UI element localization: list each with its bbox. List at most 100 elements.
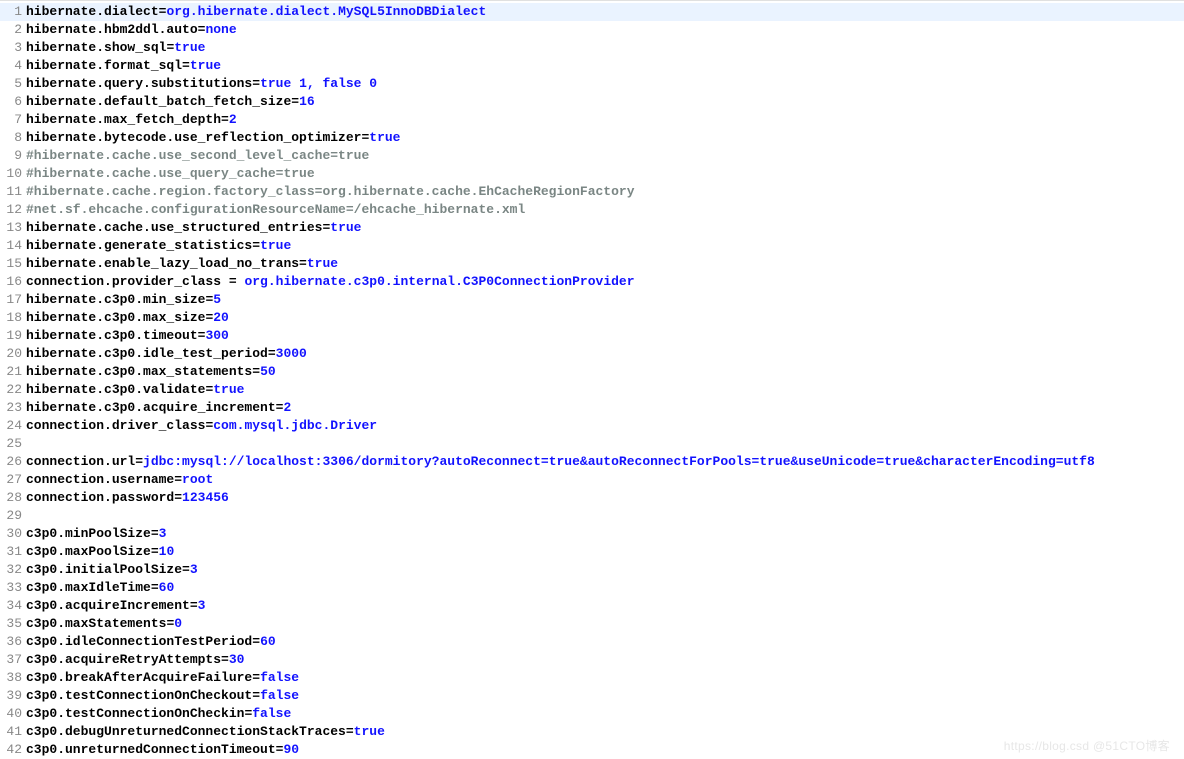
line-content[interactable]: connection.password=123456	[26, 489, 1184, 507]
line-content[interactable]	[26, 507, 1184, 525]
code-line[interactable]: 2hibernate.hbm2ddl.auto=none	[0, 21, 1184, 39]
line-content[interactable]: hibernate.hbm2ddl.auto=none	[26, 21, 1184, 39]
line-content[interactable]: #hibernate.cache.use_query_cache=true	[26, 165, 1184, 183]
code-line[interactable]: 6hibernate.default_batch_fetch_size=16	[0, 93, 1184, 111]
line-content[interactable]: c3p0.maxIdleTime=60	[26, 579, 1184, 597]
code-line[interactable]: 12#net.sf.ehcache.configurationResourceN…	[0, 201, 1184, 219]
code-line[interactable]: 35c3p0.maxStatements=0	[0, 615, 1184, 633]
line-content[interactable]: c3p0.testConnectionOnCheckout=false	[26, 687, 1184, 705]
code-line[interactable]: 20hibernate.c3p0.idle_test_period=3000	[0, 345, 1184, 363]
code-line[interactable]: 33c3p0.maxIdleTime=60	[0, 579, 1184, 597]
code-line[interactable]: 21hibernate.c3p0.max_statements=50	[0, 363, 1184, 381]
code-line[interactable]: 8hibernate.bytecode.use_reflection_optim…	[0, 129, 1184, 147]
equals-sign: =	[252, 688, 260, 703]
line-number: 27	[0, 471, 26, 489]
line-content[interactable]: hibernate.c3p0.validate=true	[26, 381, 1184, 399]
line-content[interactable]: c3p0.breakAfterAcquireFailure=false	[26, 669, 1184, 687]
property-key: c3p0.maxStatements	[26, 616, 166, 631]
line-content[interactable]: c3p0.minPoolSize=3	[26, 525, 1184, 543]
code-line[interactable]: 28connection.password=123456	[0, 489, 1184, 507]
line-content[interactable]: connection.url=jdbc:mysql://localhost:33…	[26, 453, 1184, 471]
code-line[interactable]: 30c3p0.minPoolSize=3	[0, 525, 1184, 543]
line-content[interactable]: hibernate.enable_lazy_load_no_trans=true	[26, 255, 1184, 273]
property-value: org.hibernate.dialect.MySQL5InnoDBDialec…	[166, 4, 486, 19]
line-content[interactable]: c3p0.acquireIncrement=3	[26, 597, 1184, 615]
code-editor[interactable]: 1hibernate.dialect=org.hibernate.dialect…	[0, 0, 1184, 759]
code-line[interactable]: 39c3p0.testConnectionOnCheckout=false	[0, 687, 1184, 705]
line-content[interactable]: hibernate.c3p0.min_size=5	[26, 291, 1184, 309]
line-content[interactable]: c3p0.debugUnreturnedConnectionStackTrace…	[26, 723, 1184, 741]
code-line[interactable]: 7hibernate.max_fetch_depth=2	[0, 111, 1184, 129]
code-line[interactable]: 42c3p0.unreturnedConnectionTimeout=90	[0, 741, 1184, 759]
line-content[interactable]: hibernate.max_fetch_depth=2	[26, 111, 1184, 129]
code-line[interactable]: 3hibernate.show_sql=true	[0, 39, 1184, 57]
code-line[interactable]: 18hibernate.c3p0.max_size=20	[0, 309, 1184, 327]
code-line[interactable]: 22hibernate.c3p0.validate=true	[0, 381, 1184, 399]
line-content[interactable]: c3p0.maxPoolSize=10	[26, 543, 1184, 561]
line-content[interactable]: connection.provider_class = org.hibernat…	[26, 273, 1184, 291]
code-line[interactable]: 40c3p0.testConnectionOnCheckin=false	[0, 705, 1184, 723]
code-line[interactable]: 32c3p0.initialPoolSize=3	[0, 561, 1184, 579]
line-content[interactable]: c3p0.testConnectionOnCheckin=false	[26, 705, 1184, 723]
code-line[interactable]: 26connection.url=jdbc:mysql://localhost:…	[0, 453, 1184, 471]
code-line[interactable]: 4hibernate.format_sql=true	[0, 57, 1184, 75]
line-content[interactable]: c3p0.initialPoolSize=3	[26, 561, 1184, 579]
code-line[interactable]: 25	[0, 435, 1184, 453]
line-content[interactable]: hibernate.query.substitutions=true 1, fa…	[26, 75, 1184, 93]
code-line[interactable]: 41c3p0.debugUnreturnedConnectionStackTra…	[0, 723, 1184, 741]
equals-sign: =	[252, 364, 260, 379]
line-content[interactable]: hibernate.default_batch_fetch_size=16	[26, 93, 1184, 111]
code-line[interactable]: 17hibernate.c3p0.min_size=5	[0, 291, 1184, 309]
line-number: 36	[0, 633, 26, 651]
code-line[interactable]: 23hibernate.c3p0.acquire_increment=2	[0, 399, 1184, 417]
line-content[interactable]: hibernate.c3p0.max_statements=50	[26, 363, 1184, 381]
line-content[interactable]: c3p0.maxStatements=0	[26, 615, 1184, 633]
line-content[interactable]: hibernate.generate_statistics=true	[26, 237, 1184, 255]
code-line[interactable]: 27connection.username=root	[0, 471, 1184, 489]
code-line[interactable]: 29	[0, 507, 1184, 525]
code-line[interactable]: 36c3p0.idleConnectionTestPeriod=60	[0, 633, 1184, 651]
code-line[interactable]: 1hibernate.dialect=org.hibernate.dialect…	[0, 3, 1184, 21]
line-content[interactable]: hibernate.cache.use_structured_entries=t…	[26, 219, 1184, 237]
property-value: true	[174, 40, 205, 55]
line-content[interactable]: hibernate.format_sql=true	[26, 57, 1184, 75]
code-line[interactable]: 16connection.provider_class = org.hibern…	[0, 273, 1184, 291]
line-number: 18	[0, 309, 26, 327]
code-line[interactable]: 38c3p0.breakAfterAcquireFailure=false	[0, 669, 1184, 687]
line-content[interactable]: hibernate.c3p0.timeout=300	[26, 327, 1184, 345]
code-line[interactable]: 13hibernate.cache.use_structured_entries…	[0, 219, 1184, 237]
property-key: hibernate.c3p0.acquire_increment	[26, 400, 276, 415]
line-content[interactable]: hibernate.dialect=org.hibernate.dialect.…	[26, 3, 1184, 21]
property-value: 2	[229, 112, 237, 127]
line-content[interactable]: c3p0.idleConnectionTestPeriod=60	[26, 633, 1184, 651]
code-line[interactable]: 34c3p0.acquireIncrement=3	[0, 597, 1184, 615]
comment-text: #hibernate.cache.use_query_cache=true	[26, 166, 315, 181]
code-line[interactable]: 11#hibernate.cache.region.factory_class=…	[0, 183, 1184, 201]
line-content[interactable]	[26, 435, 1184, 453]
code-line[interactable]: 15hibernate.enable_lazy_load_no_trans=tr…	[0, 255, 1184, 273]
property-value: false	[260, 688, 299, 703]
code-line[interactable]: 9#hibernate.cache.use_second_level_cache…	[0, 147, 1184, 165]
line-content[interactable]: #hibernate.cache.use_second_level_cache=…	[26, 147, 1184, 165]
code-line[interactable]: 37c3p0.acquireRetryAttempts=30	[0, 651, 1184, 669]
line-number: 5	[0, 75, 26, 93]
code-line[interactable]: 14hibernate.generate_statistics=true	[0, 237, 1184, 255]
code-line[interactable]: 24connection.driver_class=com.mysql.jdbc…	[0, 417, 1184, 435]
line-content[interactable]: hibernate.bytecode.use_reflection_optimi…	[26, 129, 1184, 147]
line-content[interactable]: hibernate.show_sql=true	[26, 39, 1184, 57]
code-line[interactable]: 31c3p0.maxPoolSize=10	[0, 543, 1184, 561]
line-content[interactable]: connection.username=root	[26, 471, 1184, 489]
line-content[interactable]: c3p0.unreturnedConnectionTimeout=90	[26, 741, 1184, 759]
line-content[interactable]: hibernate.c3p0.acquire_increment=2	[26, 399, 1184, 417]
property-key: hibernate.format_sql	[26, 58, 182, 73]
line-content[interactable]: c3p0.acquireRetryAttempts=30	[26, 651, 1184, 669]
code-line[interactable]: 10#hibernate.cache.use_query_cache=true	[0, 165, 1184, 183]
line-content[interactable]: #hibernate.cache.region.factory_class=or…	[26, 183, 1184, 201]
line-content[interactable]: connection.driver_class=com.mysql.jdbc.D…	[26, 417, 1184, 435]
line-number: 12	[0, 201, 26, 219]
line-content[interactable]: #net.sf.ehcache.configurationResourceNam…	[26, 201, 1184, 219]
line-content[interactable]: hibernate.c3p0.max_size=20	[26, 309, 1184, 327]
code-line[interactable]: 19hibernate.c3p0.timeout=300	[0, 327, 1184, 345]
code-line[interactable]: 5hibernate.query.substitutions=true 1, f…	[0, 75, 1184, 93]
line-content[interactable]: hibernate.c3p0.idle_test_period=3000	[26, 345, 1184, 363]
